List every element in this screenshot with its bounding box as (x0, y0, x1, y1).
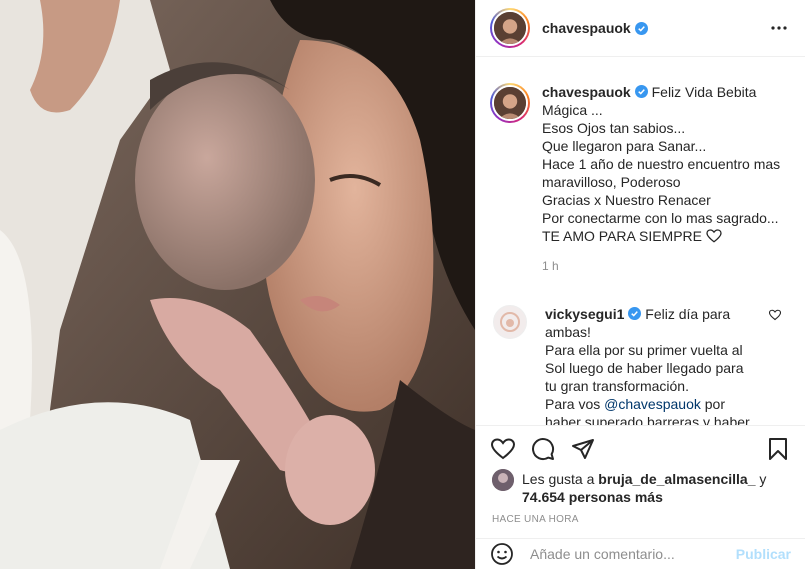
post-header: chavespauok (476, 0, 805, 57)
caption-line: maravilloso, Poderoso (542, 174, 681, 190)
caption-line: Esos Ojos tan sabios... (542, 120, 686, 136)
send-paper-plane-icon (572, 438, 594, 459)
add-comment-bar: Publicar (476, 538, 805, 569)
verified-badge-icon (634, 21, 648, 35)
likes-summary: Les gusta a bruja_de_almasencilla_ y 74.… (492, 469, 791, 506)
caption-username[interactable]: chavespauok (542, 84, 631, 100)
post-photo[interactable] (0, 0, 475, 569)
caption-line: Feliz Vida Bebita (651, 84, 757, 100)
newborn-photo-illustration (0, 0, 475, 569)
comment-text: vickysegui1 Feliz día para ambas! Para e… (545, 305, 760, 425)
likes-prefix: Les gusta a (522, 471, 595, 487)
commenter-avatar-image (500, 312, 520, 332)
comment-line: Sol luego de haber llegado para (545, 360, 744, 376)
author-username[interactable]: chavespauok (542, 20, 631, 36)
comment-line: Para vos (545, 396, 601, 412)
heart-icon (491, 437, 515, 459)
likes-text: Les gusta a bruja_de_almasencilla_ y 74.… (522, 470, 766, 506)
action-bar (476, 425, 805, 471)
caption-line: Gracias x Nuestro Renacer (542, 192, 711, 208)
post-sidebar: chavespauok chavespauok Feliz Vida Bebit… (475, 0, 805, 569)
caption-line: TE AMO PARA SIEMPRE (542, 228, 703, 244)
comment-button[interactable] (530, 436, 556, 462)
comments-panel[interactable]: chavespauok Feliz Vida Bebita Mágica ...… (476, 57, 805, 425)
post-caption: chavespauok Feliz Vida Bebita Mágica ...… (476, 57, 805, 275)
likes-count[interactable]: 74.654 personas más (522, 489, 663, 505)
more-horizontal-icon (771, 26, 787, 30)
caption-line: Mágica ... (542, 102, 603, 118)
comment-line: por (704, 396, 725, 412)
author-avatar[interactable] (490, 8, 530, 48)
comment-line: haber superado barreras y haber (545, 414, 750, 425)
liker-avatar[interactable] (492, 469, 514, 491)
instagram-post: chavespauok chavespauok Feliz Vida Bebit… (0, 0, 805, 569)
save-button[interactable] (765, 436, 791, 462)
caption-avatar[interactable] (490, 83, 530, 123)
comment-like-heart-icon[interactable] (769, 309, 781, 321)
publish-button[interactable]: Publicar (736, 546, 791, 562)
comment-line: ambas! (545, 324, 591, 340)
caption-avatar-image (494, 87, 526, 119)
comment-line: Feliz día para (645, 306, 731, 322)
comment-mention-link[interactable]: @chavespauok (604, 396, 701, 412)
more-options-button[interactable] (767, 16, 791, 40)
commenter-avatar[interactable] (493, 305, 527, 339)
bookmark-icon (769, 437, 787, 460)
like-button[interactable] (490, 436, 516, 462)
verified-badge-icon (634, 85, 648, 98)
liker-username[interactable]: bruja_de_almasencilla_ (598, 471, 755, 487)
caption-line: Hace 1 año de nuestro encuentro mas (542, 156, 781, 172)
likes-joiner: y (759, 471, 767, 487)
caption-line: Por conectarme con lo mas sagrado... (542, 210, 779, 226)
author-avatar-image (494, 12, 526, 44)
comment-item: vickysegui1 Feliz día para ambas! Para e… (476, 275, 805, 425)
post-timestamp[interactable]: HACE UNA HORA (492, 514, 579, 525)
comment-line: Para ella por su primer vuelta al (545, 342, 743, 358)
commenter-username[interactable]: vickysegui1 (545, 306, 624, 322)
comment-input[interactable] (530, 546, 726, 562)
liker-avatar-image (492, 469, 514, 491)
comment-line: tu gran transformación. (545, 378, 689, 394)
emoji-icon[interactable] (490, 542, 514, 566)
comment-bubble-icon (532, 437, 555, 460)
caption-line: Que llegaron para Sanar... (542, 138, 707, 154)
verified-badge-icon (628, 307, 642, 320)
caption-text: chavespauok Feliz Vida Bebita Mágica ...… (542, 83, 780, 275)
share-button[interactable] (570, 436, 596, 462)
caption-time[interactable]: 1 h (542, 257, 780, 275)
heart-outline-icon (706, 229, 722, 243)
